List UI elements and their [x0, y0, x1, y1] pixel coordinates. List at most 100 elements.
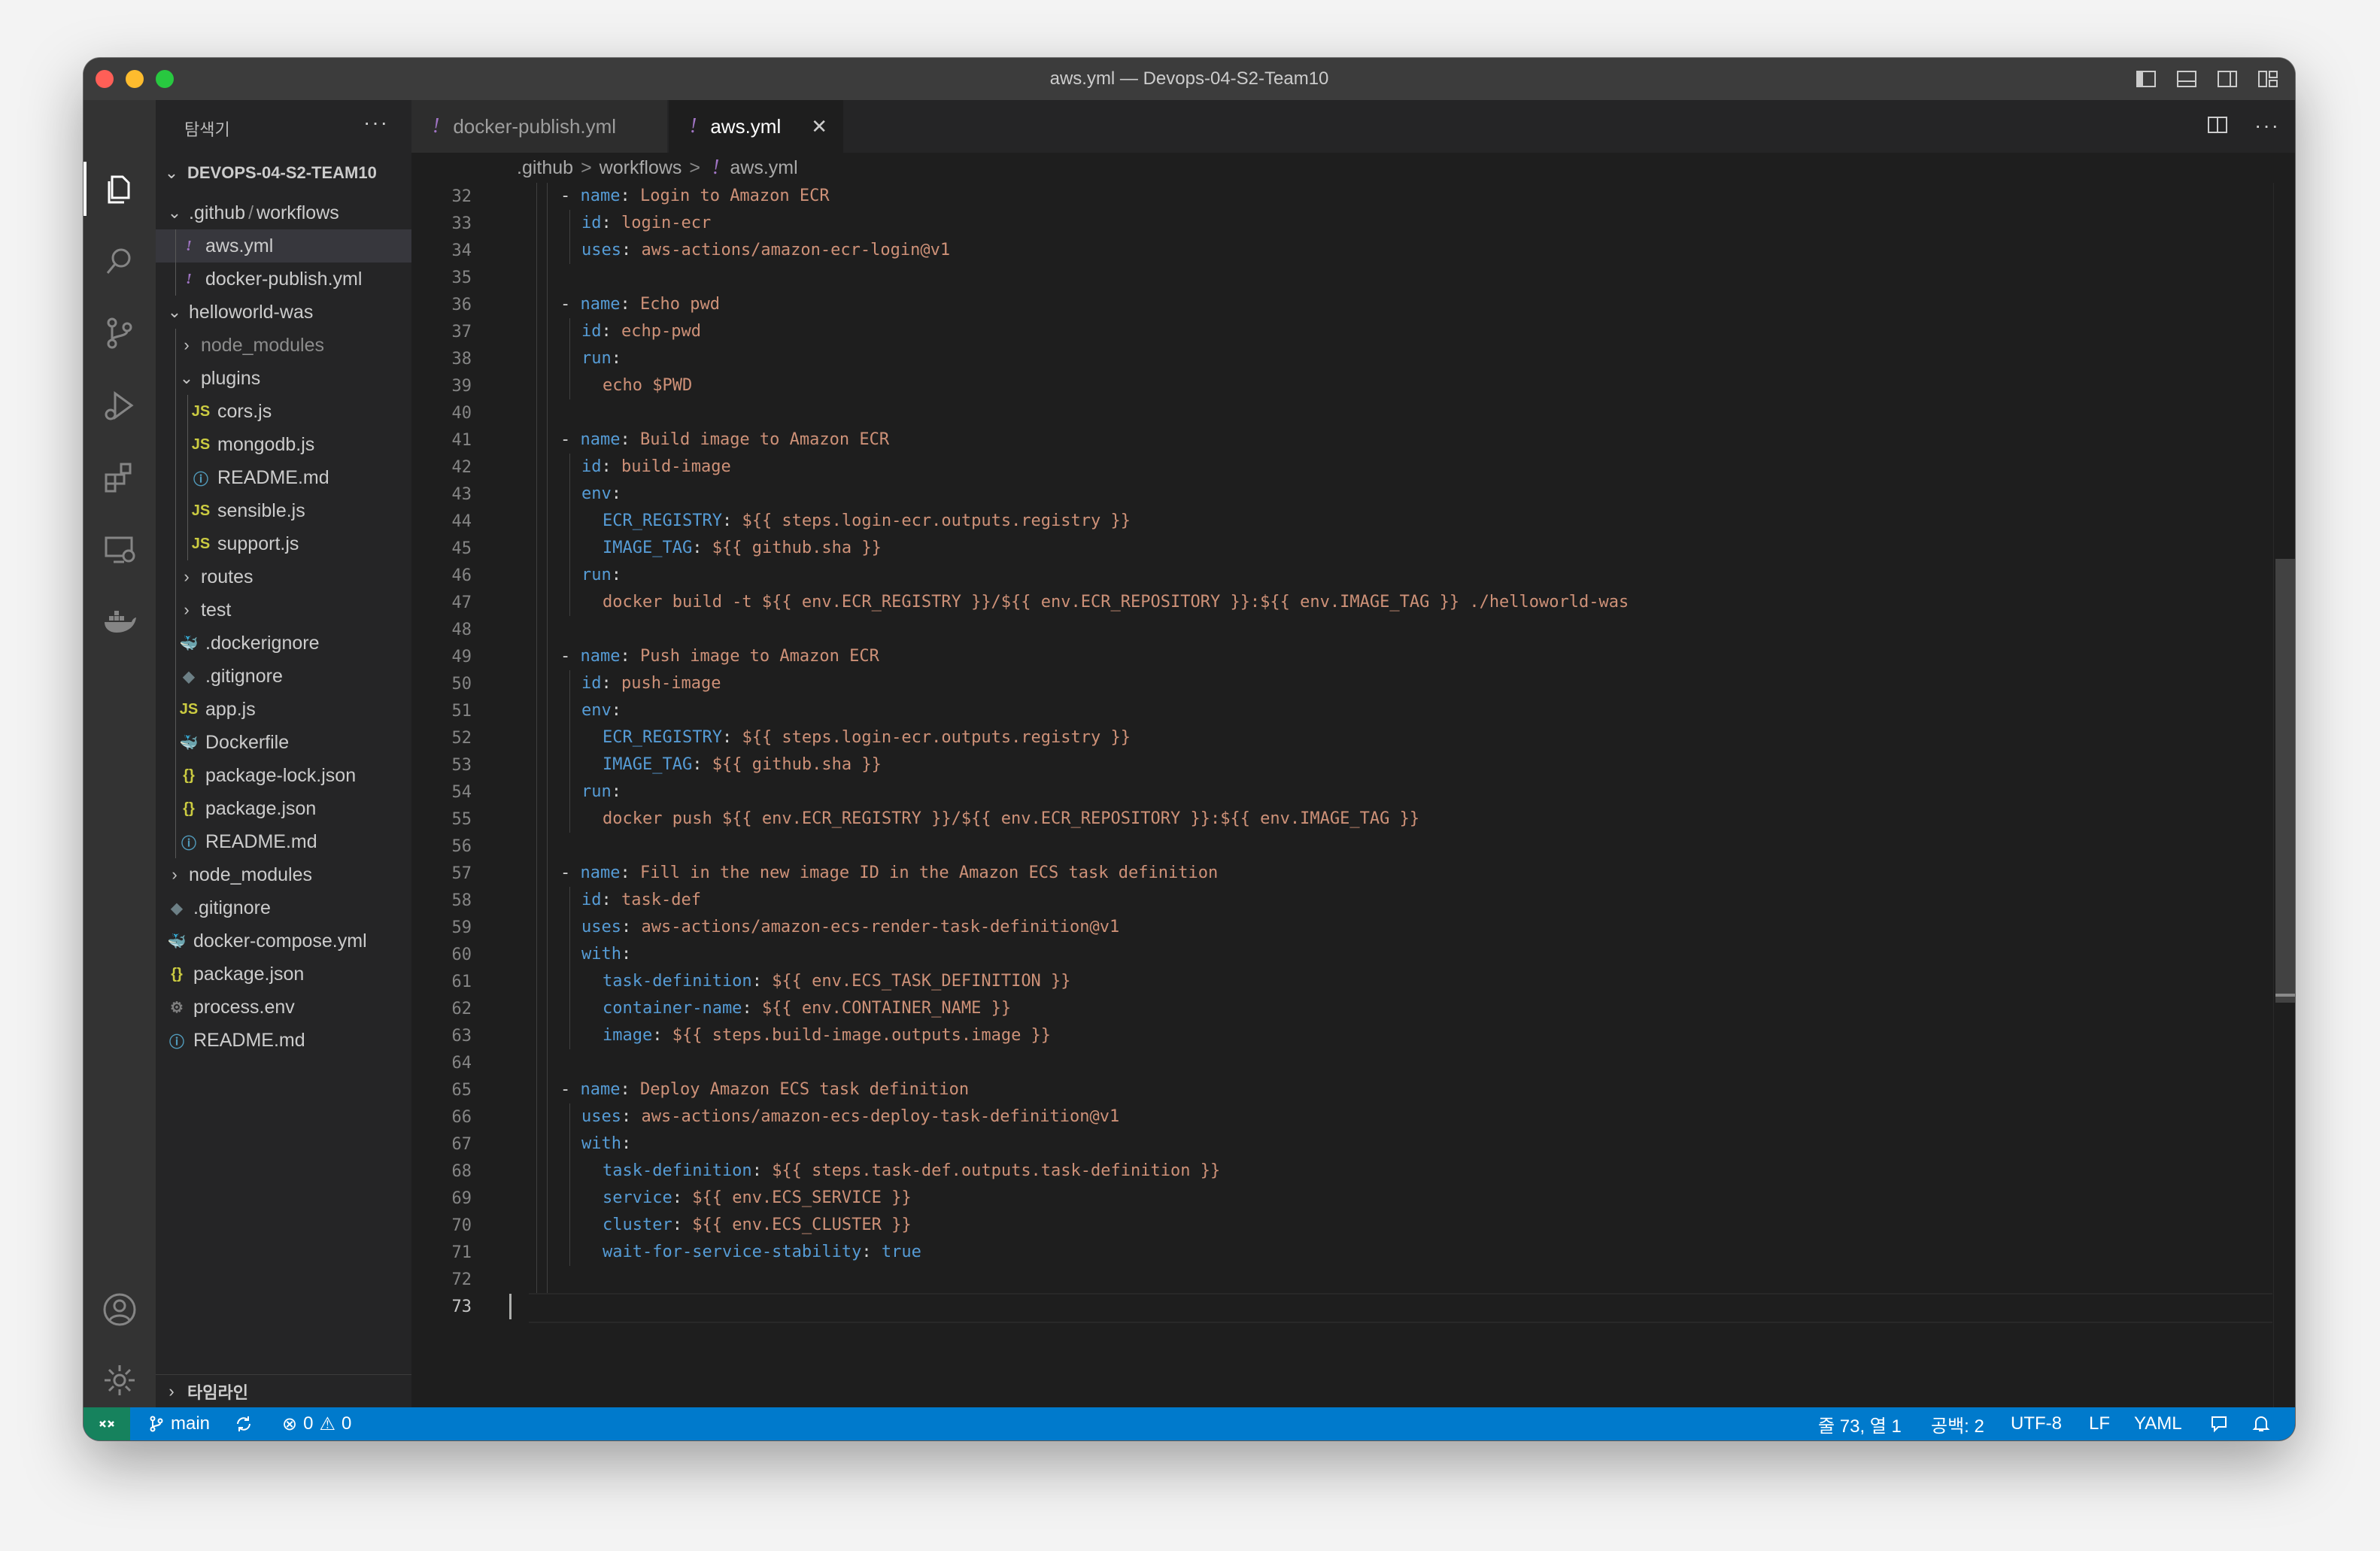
tree-file[interactable]: JS support.js — [156, 527, 411, 560]
code-line[interactable]: IMAGE_TAG: ${{ github.sha }} — [603, 751, 882, 779]
code-line[interactable]: id: task-def — [581, 887, 701, 914]
extensions-icon[interactable] — [102, 460, 138, 496]
notifications-bell-icon[interactable] — [2251, 1407, 2271, 1440]
editor-more-actions-icon[interactable]: ··· — [2254, 114, 2280, 138]
timeline-section[interactable]: › 타임라인 — [156, 1374, 411, 1408]
tree-file[interactable]: ⓘ README.md — [156, 461, 411, 494]
tree-folder[interactable]: › node_modules — [156, 329, 411, 362]
code-line[interactable]: ECR_REGISTRY: ${{ steps.login-ecr.output… — [603, 724, 1131, 751]
code-line[interactable]: IMAGE_TAG: ${{ github.sha }} — [603, 535, 882, 562]
code-line[interactable]: task-definition: ${{ steps.task-def.outp… — [603, 1158, 1220, 1185]
tree-file[interactable]: {} package.json — [156, 792, 411, 825]
explorer-more-actions-icon[interactable]: ··· — [363, 111, 389, 135]
remote-indicator[interactable] — [83, 1407, 130, 1440]
branch-indicator[interactable]: main — [148, 1407, 210, 1440]
code-line[interactable]: image: ${{ steps.build-image.outputs.ima… — [603, 1022, 1051, 1049]
sync-button[interactable] — [234, 1407, 253, 1440]
tree-file[interactable]: {} package-lock.json — [156, 759, 411, 792]
code-line[interactable]: uses: aws-actions/amazon-ecs-deploy-task… — [581, 1103, 1119, 1131]
scrollbar-thumb[interactable] — [2275, 559, 2295, 1003]
toggle-secondary-sidebar-icon[interactable] — [2215, 67, 2239, 91]
code-line[interactable]: run: — [581, 562, 621, 589]
problems-indicator[interactable]: ⊗ 0 ⚠ 0 — [282, 1407, 351, 1440]
code-line[interactable]: ECR_REGISTRY: ${{ steps.login-ecr.output… — [603, 508, 1131, 535]
tree-folder[interactable]: ⌄ plugins — [156, 362, 411, 395]
code-line[interactable]: - name: Build image to Amazon ECR — [560, 426, 889, 454]
code-line[interactable]: - name: Login to Amazon ECR — [560, 183, 830, 210]
run-debug-icon[interactable] — [102, 387, 138, 423]
tree-file[interactable]: ! docker-publish.yml — [156, 263, 411, 296]
tab-docker-publish[interactable]: ! docker-publish.yml — [411, 100, 668, 153]
code-editor[interactable]: 32 33 34 35 36 37 38 39 40 41 42 43 44 45 46 47 48 49 50 51… — [411, 183, 2295, 1407]
code-line[interactable]: with: — [581, 1131, 631, 1158]
breadcrumb-item[interactable]: workflows — [600, 157, 682, 179]
tree-file[interactable]: ! aws.yml — [156, 229, 411, 263]
customize-layout-icon[interactable] — [2256, 67, 2280, 91]
tree-folder[interactable]: › test — [156, 593, 411, 627]
feedback-icon[interactable] — [2209, 1407, 2229, 1440]
tree-file[interactable]: JS app.js — [156, 693, 411, 726]
code-line[interactable]: - name: Deploy Amazon ECS task definitio… — [560, 1076, 969, 1103]
code-line[interactable]: env: — [581, 697, 621, 724]
code-line[interactable]: id: push-image — [581, 670, 721, 697]
code-line[interactable]: echo $PWD — [603, 372, 692, 399]
breadcrumb-item[interactable]: aws.yml — [730, 157, 797, 179]
code-line[interactable]: uses: aws-actions/amazon-ecr-login@v1 — [581, 237, 950, 264]
code-line[interactable]: docker push ${{ env.ECR_REGISTRY }}/${{ … — [603, 806, 1419, 833]
code-line[interactable]: - name: Push image to Amazon ECR — [560, 643, 879, 670]
code-line[interactable]: with: — [581, 941, 631, 968]
settings-gear-icon[interactable] — [102, 1362, 138, 1398]
close-tab-icon[interactable]: ✕ — [811, 115, 827, 138]
code-line[interactable]: id: echp-pwd — [581, 318, 701, 345]
tree-file[interactable]: JS mongodb.js — [156, 428, 411, 461]
code-line[interactable]: - name: Fill in the new image ID in the … — [560, 860, 1218, 887]
remote-explorer-icon[interactable] — [102, 532, 138, 568]
code-line[interactable]: run: — [581, 779, 621, 806]
vertical-scrollbar[interactable] — [2273, 183, 2295, 1407]
end-of-line[interactable]: LF — [2089, 1407, 2110, 1440]
tab-aws-yml[interactable]: ! aws.yml ✕ — [669, 100, 844, 153]
toggle-primary-sidebar-icon[interactable] — [2134, 67, 2158, 91]
tree-file[interactable]: ⓘ README.md — [156, 1024, 411, 1057]
code-line[interactable]: - name: Echo pwd — [560, 291, 720, 318]
tree-folder[interactable]: › node_modules — [156, 858, 411, 891]
code-line[interactable]: env: — [581, 481, 621, 508]
toggle-panel-icon[interactable] — [2175, 67, 2199, 91]
code-line[interactable]: id: login-ecr — [581, 210, 711, 237]
tree-file[interactable]: ◆ .gitignore — [156, 891, 411, 924]
tree-file[interactable]: ◆ .gitignore — [156, 660, 411, 693]
tree-folder[interactable]: ⌄ helloworld-was — [156, 296, 411, 329]
tree-folder[interactable]: ⌄ .github / workflows — [156, 196, 411, 229]
tree-file[interactable]: 🐳 docker-compose.yml — [156, 924, 411, 958]
tree-file[interactable]: JS sensible.js — [156, 494, 411, 527]
code-line[interactable]: run: — [581, 345, 621, 372]
breadcrumb-item[interactable]: .github — [517, 157, 573, 179]
tree-file[interactable]: ⓘ README.md — [156, 825, 411, 858]
code-line[interactable]: docker build -t ${{ env.ECR_REGISTRY }}/… — [603, 589, 1629, 616]
tree-file[interactable]: JS cors.js — [156, 395, 411, 428]
docker-icon[interactable] — [102, 604, 138, 640]
account-icon[interactable] — [102, 1291, 138, 1328]
tree-folder[interactable]: › routes — [156, 560, 411, 593]
cursor-position[interactable]: 줄 73, 열 1 — [1818, 1407, 1902, 1440]
code-line[interactable]: uses: aws-actions/amazon-ecs-render-task… — [581, 914, 1119, 941]
indentation[interactable]: 공백: 2 — [1931, 1407, 1984, 1440]
explorer-icon[interactable] — [102, 171, 138, 207]
tree-file[interactable]: ⚙ process.env — [156, 991, 411, 1024]
code-token: aws-actions/amazon-ecs-render-task-defin… — [641, 918, 1120, 936]
search-icon[interactable] — [102, 243, 138, 279]
tree-file[interactable]: 🐳 Dockerfile — [156, 726, 411, 759]
code-line[interactable]: cluster: ${{ env.ECS_CLUSTER }} — [603, 1212, 912, 1239]
code-line[interactable]: container-name: ${{ env.CONTAINER_NAME }… — [603, 995, 1011, 1022]
tree-file[interactable]: {} package.json — [156, 958, 411, 991]
workspace-root-folder[interactable]: ⌄ DEVOPS-04-S2-TEAM10 — [163, 163, 377, 183]
code-line[interactable]: id: build-image — [581, 454, 731, 481]
source-control-icon[interactable] — [102, 315, 138, 351]
code-line[interactable]: service: ${{ env.ECS_SERVICE }} — [603, 1185, 912, 1212]
split-editor-icon[interactable] — [2206, 114, 2229, 136]
encoding[interactable]: UTF-8 — [2011, 1407, 2062, 1440]
code-line[interactable]: wait-for-service-stability: true — [603, 1239, 921, 1266]
language-mode[interactable]: YAML — [2134, 1407, 2182, 1440]
code-line[interactable]: task-definition: ${{ env.ECS_TASK_DEFINI… — [603, 968, 1071, 995]
tree-file[interactable]: 🐳 .dockerignore — [156, 627, 411, 660]
